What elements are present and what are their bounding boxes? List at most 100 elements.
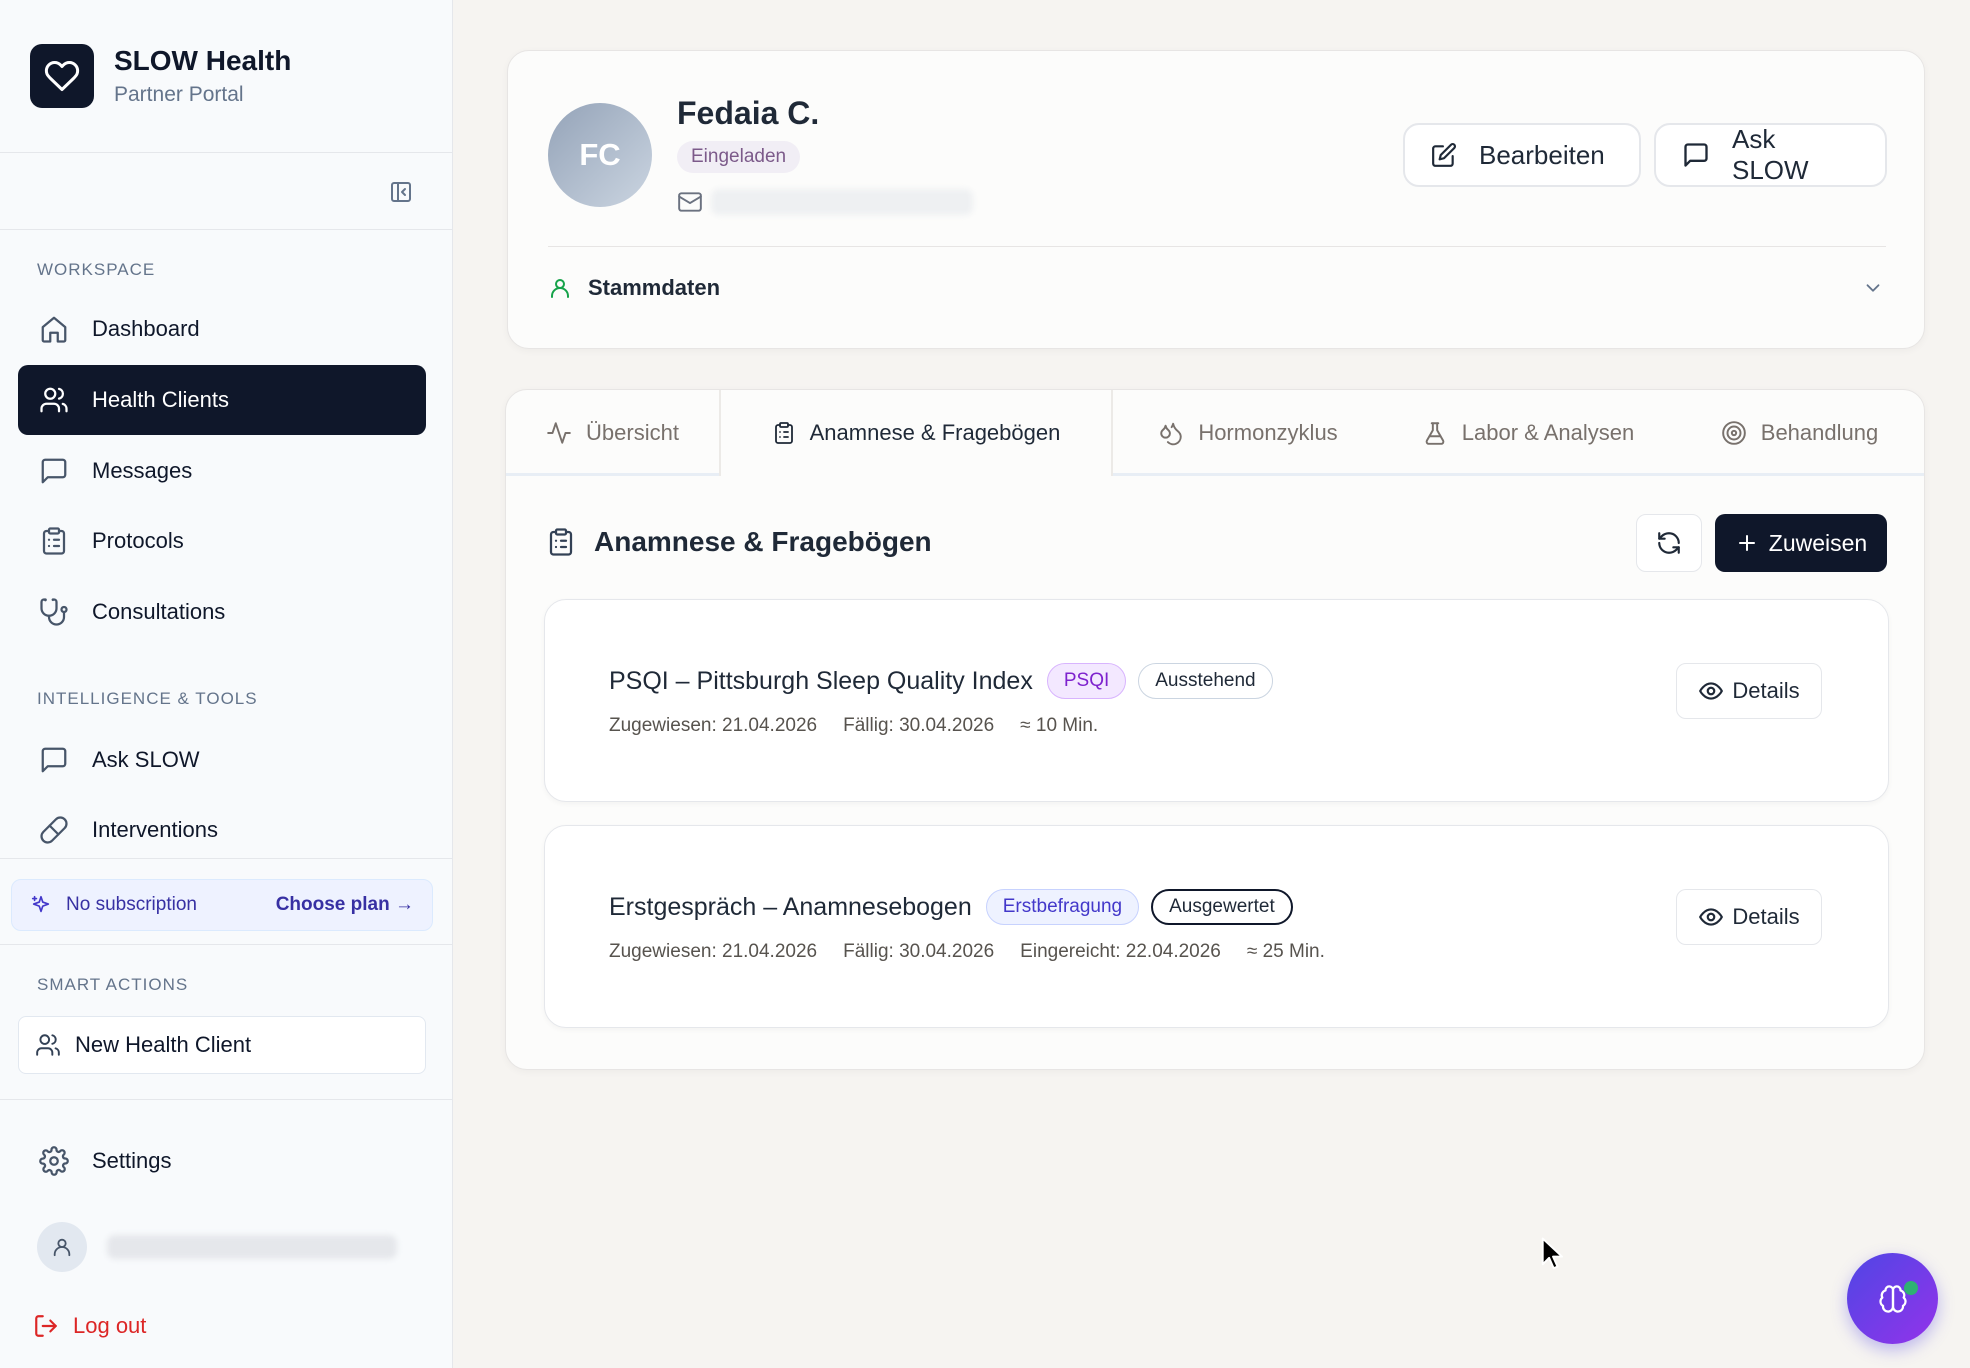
details-label: Details <box>1732 678 1800 703</box>
mouse-cursor-icon <box>1540 1236 1566 1277</box>
tab-hormone-cycle[interactable]: Hormonzyklus <box>1113 390 1383 476</box>
questionnaire-title: Erstgespräch – Anamnesebogen <box>609 892 972 921</box>
chevron-down-icon[interactable] <box>1862 277 1884 299</box>
sidebar-item-dashboard[interactable]: Dashboard <box>18 294 426 364</box>
assigned-date: Zugewiesen: 21.04.2026 <box>609 941 818 962</box>
eye-icon <box>1698 904 1724 930</box>
brand-subtitle: Partner Portal <box>114 83 244 106</box>
tab-label: Hormonzyklus <box>1198 420 1338 445</box>
clipboard-icon <box>38 525 70 557</box>
client-detail-tabs-card: Übersicht Anamnese & Fragebögen Hormonzy… <box>505 389 1925 1070</box>
questionnaire-title: PSQI – Pittsburgh Sleep Quality Index <box>609 666 1033 695</box>
brand: SLOW Health Partner Portal <box>0 0 452 153</box>
smart-actions-section-label: SMART ACTIONS <box>37 975 189 994</box>
clipboard-icon <box>546 527 576 557</box>
client-avatar: FC <box>548 103 652 207</box>
user-icon <box>548 276 572 300</box>
refresh-icon <box>1656 530 1682 556</box>
details-button[interactable]: Details <box>1676 889 1822 945</box>
submitted-date: Eingereicht: 22.04.2026 <box>1020 941 1221 962</box>
questionnaires-heading: Anamnese & Fragebögen <box>546 526 932 558</box>
subscription-banner: No subscription Choose plan → <box>11 879 433 931</box>
edit-client-button[interactable]: Bearbeiten <box>1403 123 1641 187</box>
online-indicator <box>1904 1281 1918 1295</box>
pill-icon <box>38 814 70 846</box>
plus-icon <box>1735 531 1759 555</box>
message-icon <box>38 455 70 487</box>
section-title: Anamnese & Fragebögen <box>594 526 932 557</box>
tab-anamnesis[interactable]: Anamnese & Fragebögen <box>721 390 1111 476</box>
refresh-button[interactable] <box>1636 514 1702 572</box>
tab-treatment[interactable]: Behandlung <box>1673 390 1926 476</box>
tab-label: Anamnese & Fragebögen <box>809 420 1061 445</box>
sidebar-item-label: Settings <box>92 1148 172 1173</box>
user-profile[interactable] <box>37 1222 397 1272</box>
gear-icon <box>38 1145 70 1177</box>
edit-icon <box>1431 142 1457 168</box>
message-icon <box>38 744 70 776</box>
client-email-row <box>677 189 973 215</box>
workspace-section-label: WORKSPACE <box>37 260 156 279</box>
target-icon <box>1721 420 1747 446</box>
assign-button[interactable]: Zuweisen <box>1715 514 1887 572</box>
flask-icon <box>1422 420 1448 446</box>
assigned-date: Zugewiesen: 21.04.2026 <box>609 715 818 736</box>
status-badge: Ausstehend <box>1138 663 1273 699</box>
tab-label: Behandlung <box>1760 420 1879 445</box>
sidebar-item-settings[interactable]: Settings <box>18 1126 426 1196</box>
choose-plan-link[interactable]: Choose plan → <box>276 894 414 916</box>
sidebar-item-label: Interventions <box>92 817 218 842</box>
client-status-badge: Eingeladen <box>677 141 801 173</box>
tab-bar: Übersicht Anamnese & Fragebögen Hormonzy… <box>506 390 1924 476</box>
client-name: Fedaia C. <box>677 95 820 131</box>
collapse-sidebar-icon[interactable] <box>388 179 414 205</box>
ask-slow-label: Ask SLOW <box>1732 124 1809 185</box>
redacted-client-email <box>711 189 973 215</box>
users-icon <box>35 1032 61 1058</box>
tab-label: Labor & Analysen <box>1461 420 1635 445</box>
clipboard-icon <box>772 421 796 445</box>
logout-button[interactable]: Log out <box>33 1313 146 1339</box>
questionnaire-tag: PSQI <box>1046 663 1127 699</box>
user-avatar-icon <box>37 1222 87 1272</box>
sidebar-item-label: Health Clients <box>92 387 229 412</box>
new-health-client-button[interactable]: New Health Client <box>18 1016 426 1074</box>
ai-assistant-button[interactable] <box>1847 1253 1938 1344</box>
duration: ≈ 25 Min. <box>1246 941 1325 962</box>
users-icon <box>38 384 70 416</box>
tab-label: Übersicht <box>586 420 679 445</box>
logout-icon <box>33 1313 59 1339</box>
due-date: Fällig: 30.04.2026 <box>843 715 995 736</box>
questionnaire-tag: Erstbefragung <box>985 889 1140 925</box>
questionnaire-card: PSQI – Pittsburgh Sleep Quality Index PS… <box>544 599 1889 802</box>
tab-lab-analysis[interactable]: Labor & Analysen <box>1383 390 1673 476</box>
sidebar-item-label: Protocols <box>92 528 184 553</box>
sidebar-item-protocols[interactable]: Protocols <box>18 506 426 576</box>
activity-icon <box>546 420 572 446</box>
edit-label: Bearbeiten <box>1479 139 1605 170</box>
details-label: Details <box>1732 904 1800 929</box>
redacted-user-email <box>107 1235 397 1259</box>
sidebar-item-ask-slow[interactable]: Ask SLOW <box>18 725 426 795</box>
sidebar-item-label: Ask SLOW <box>92 747 200 772</box>
heart-logo-icon[interactable] <box>30 44 94 108</box>
tab-overview[interactable]: Übersicht <box>506 390 719 476</box>
assign-label: Zuweisen <box>1768 529 1868 556</box>
sidebar-item-health-clients[interactable]: Health Clients <box>18 365 426 435</box>
message-icon <box>1682 141 1710 169</box>
master-data-toggle[interactable]: Stammdaten <box>548 275 720 301</box>
questionnaire-card: Erstgespräch – Anamnesebogen Erstbefragu… <box>544 825 1889 1028</box>
droplets-icon <box>1158 420 1184 446</box>
subscription-status: No subscription <box>66 894 197 915</box>
brain-icon <box>1878 1284 1908 1314</box>
ask-slow-button[interactable]: Ask SLOW <box>1654 123 1887 187</box>
sidebar-item-messages[interactable]: Messages <box>18 436 426 506</box>
brand-title: SLOW Health <box>114 45 292 76</box>
sidebar-item-consultations[interactable]: Consultations <box>18 577 426 647</box>
sidebar-item-label: Dashboard <box>92 316 200 341</box>
logout-label: Log out <box>73 1313 147 1338</box>
sidebar-item-interventions[interactable]: Interventions <box>18 795 426 865</box>
details-button[interactable]: Details <box>1676 663 1822 719</box>
eye-icon <box>1698 678 1724 704</box>
client-profile-card: FC Fedaia C. Eingeladen Bearbeiten Ask S… <box>507 50 1925 349</box>
